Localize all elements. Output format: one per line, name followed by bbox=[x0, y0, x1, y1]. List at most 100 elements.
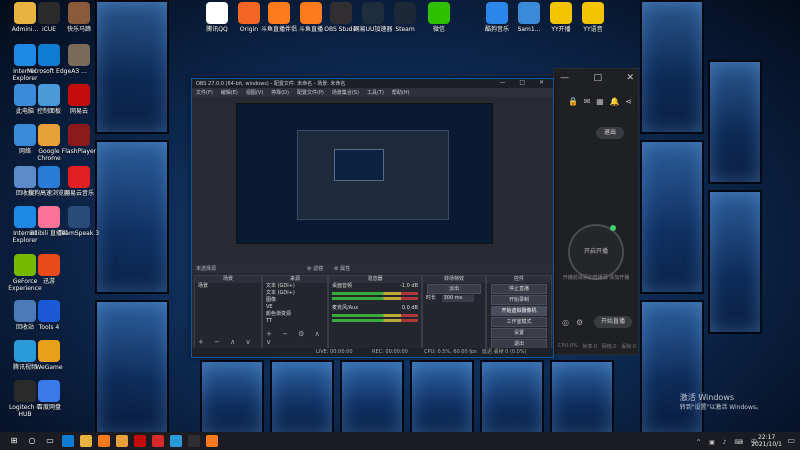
sources-header: 来源 bbox=[263, 276, 327, 283]
menu-item[interactable]: 文件(F) bbox=[196, 89, 213, 96]
desktop-shortcut[interactable]: A3 ... bbox=[56, 44, 102, 75]
folder-icon[interactable] bbox=[80, 435, 92, 447]
source-item[interactable]: 图像 bbox=[263, 297, 327, 304]
desktop-shortcut[interactable]: 网易云 bbox=[56, 84, 102, 115]
scene-item[interactable]: 场景 bbox=[195, 283, 261, 290]
baidu-disk-icon bbox=[38, 380, 60, 402]
mixer-dock: 混音器 桌面音频 -1.0 dB 麦克风/Aux 0.0 dB bbox=[328, 275, 422, 349]
control-button[interactable]: 开始虚拟摄像机 bbox=[491, 306, 547, 316]
desktop-shortcut[interactable]: 百度网盘 bbox=[26, 380, 72, 411]
mail-icon[interactable]: ✉ bbox=[584, 97, 591, 106]
qq-icon[interactable] bbox=[170, 435, 182, 447]
settings-icon[interactable]: ◎ bbox=[562, 318, 569, 327]
desktop-shortcut[interactable]: YY语音 bbox=[570, 2, 616, 33]
shortcut-label: A3 ... bbox=[71, 68, 87, 75]
desktop-shortcut[interactable]: 快乐马蹄 bbox=[56, 2, 102, 33]
wall-pane bbox=[640, 0, 704, 134]
menu-item[interactable]: 场景集合(S) bbox=[332, 89, 359, 96]
yy-voice-icon bbox=[582, 2, 604, 24]
obs-preview[interactable] bbox=[236, 103, 493, 244]
lock-icon[interactable]: 🔒 bbox=[568, 97, 578, 106]
tools-icon bbox=[38, 300, 60, 322]
activate-title: 激活 Windows bbox=[679, 393, 735, 402]
controls-header: 控件 bbox=[487, 276, 551, 283]
desktop-shortcut[interactable]: 迅游 bbox=[26, 254, 72, 285]
bell-icon[interactable]: 🔔 bbox=[610, 97, 620, 106]
wall-pane bbox=[410, 360, 474, 432]
control-button[interactable]: 开始录制 bbox=[491, 295, 547, 305]
source-item[interactable]: VE bbox=[263, 304, 327, 311]
notification-icon[interactable]: ▭ bbox=[787, 436, 795, 445]
gear-icon[interactable]: ⚙ bbox=[576, 318, 583, 327]
filters-button[interactable]: ⚙ 滤镜 bbox=[307, 265, 323, 272]
edge-icon[interactable] bbox=[62, 435, 74, 447]
menu-item[interactable]: 帮助(H) bbox=[392, 89, 410, 96]
close-icon[interactable]: ✕ bbox=[626, 73, 634, 85]
desktop-shortcut[interactable]: 微信 bbox=[416, 2, 462, 33]
wall-pane bbox=[95, 300, 169, 432]
desktop-shortcut[interactable]: WeGame bbox=[26, 340, 72, 371]
menu-item[interactable]: 停靠(D) bbox=[271, 89, 289, 96]
taskbar: ⊞ ○ ▭ ^ ▣ ♪ ⌨ 中 22:17 2021/10/1 ▭ bbox=[0, 432, 800, 450]
audio-meter bbox=[332, 314, 418, 317]
menu-item[interactable]: 工具(T) bbox=[367, 89, 384, 96]
control-button[interactable]: 停止直播 bbox=[491, 284, 547, 294]
shortcut-label: Tools 4 bbox=[38, 324, 60, 331]
source-item[interactable]: TT bbox=[263, 318, 327, 325]
shortcut-label: 百度网盘 bbox=[36, 404, 61, 411]
status-dot-icon bbox=[610, 225, 616, 231]
properties-button[interactable]: ⚙ 属性 bbox=[334, 265, 350, 272]
window-controls[interactable]: — □ ✕ bbox=[499, 79, 550, 86]
mixer-channel-label: 麦克风/Aux bbox=[332, 305, 359, 311]
control-button[interactable]: 工作室模式 bbox=[491, 317, 547, 327]
menu-item[interactable]: 编辑(E) bbox=[221, 89, 238, 96]
stat-item: 丢帧:0 bbox=[621, 344, 636, 350]
search-icon[interactable]: ○ bbox=[26, 435, 38, 447]
obs-menubar: 文件(F) 编辑(E) 视图(V) 停靠(D) 配置文件(P) 场景集合(S) 工具(T) 帮… bbox=[192, 88, 553, 97]
start-broadcast-circle[interactable]: 开启开播 bbox=[568, 224, 624, 280]
desktop-shortcut[interactable]: TeamSpeak 3 bbox=[56, 206, 102, 237]
control-button[interactable]: 设置 bbox=[491, 328, 547, 338]
app-header-icons: — □ ✕ bbox=[560, 73, 634, 85]
activate-windows-watermark: 激活 Windows 转到"设置"以激活 Windows。 bbox=[680, 393, 762, 413]
shortcut-label: YY语音 bbox=[583, 26, 603, 33]
minimize-icon[interactable]: — bbox=[560, 73, 569, 85]
app-icon[interactable] bbox=[152, 435, 164, 447]
obs-titlebar[interactable]: OBS 27.0.0 (64-bit, windows) - 配置文件: 未命名… bbox=[192, 79, 553, 88]
source-item[interactable]: 文本 (GDI+) bbox=[263, 283, 327, 290]
exit-button[interactable]: 退出 bbox=[596, 127, 624, 139]
obs-icon[interactable] bbox=[188, 435, 200, 447]
douyu-icon[interactable] bbox=[98, 435, 110, 447]
audio-meter bbox=[332, 292, 418, 295]
audio-meter bbox=[332, 319, 418, 322]
desktop-shortcut[interactable]: FlashPlayer bbox=[56, 124, 102, 155]
window-icon[interactable]: □ bbox=[593, 73, 602, 85]
grid-icon[interactable]: ▦ bbox=[596, 97, 604, 106]
mixer-header: 混音器 bbox=[329, 276, 421, 283]
share-icon[interactable]: ⋖ bbox=[625, 97, 632, 106]
mixer-channel-label: 桌面音频 bbox=[332, 283, 353, 289]
start-icon[interactable]: ⊞ bbox=[8, 435, 20, 447]
taskbar-clock[interactable]: 22:17 2021/10/1 bbox=[751, 434, 782, 448]
start-broadcast-label: 开启开播 bbox=[583, 248, 608, 255]
transitions-dock: 转场特效 淡出 时长 300 ms bbox=[422, 275, 486, 349]
source-tools[interactable]: + − ⚙ ∧ ∨ bbox=[266, 330, 327, 346]
transition-select[interactable]: 淡出 bbox=[427, 284, 481, 294]
duration-input[interactable]: 300 ms bbox=[441, 295, 474, 302]
shortcut-label: FlashPlayer bbox=[61, 148, 97, 155]
source-item[interactable]: 颜色渐变源 bbox=[263, 311, 327, 318]
source-item[interactable]: 文本 (GDI+) bbox=[263, 290, 327, 297]
start-live-button[interactable]: 开始直播 bbox=[594, 316, 632, 328]
netease-icon[interactable] bbox=[134, 435, 146, 447]
stat-item: CPU:0% bbox=[558, 343, 578, 349]
douyu-live-icon[interactable] bbox=[206, 435, 218, 447]
desktop-shortcut[interactable]: Tools 4 bbox=[26, 300, 72, 331]
menu-item[interactable]: 配置文件(P) bbox=[297, 89, 324, 96]
desktop-shortcut[interactable]: 网易云音乐 bbox=[56, 166, 102, 197]
scene-tools[interactable]: + − ∧ ∨ bbox=[198, 338, 255, 346]
menu-item[interactable]: 视图(V) bbox=[246, 89, 263, 96]
task-view-icon[interactable]: ▭ bbox=[44, 435, 56, 447]
teamspeak-icon bbox=[68, 206, 90, 228]
nested-preview bbox=[297, 130, 449, 220]
chrome-icon[interactable] bbox=[116, 435, 128, 447]
